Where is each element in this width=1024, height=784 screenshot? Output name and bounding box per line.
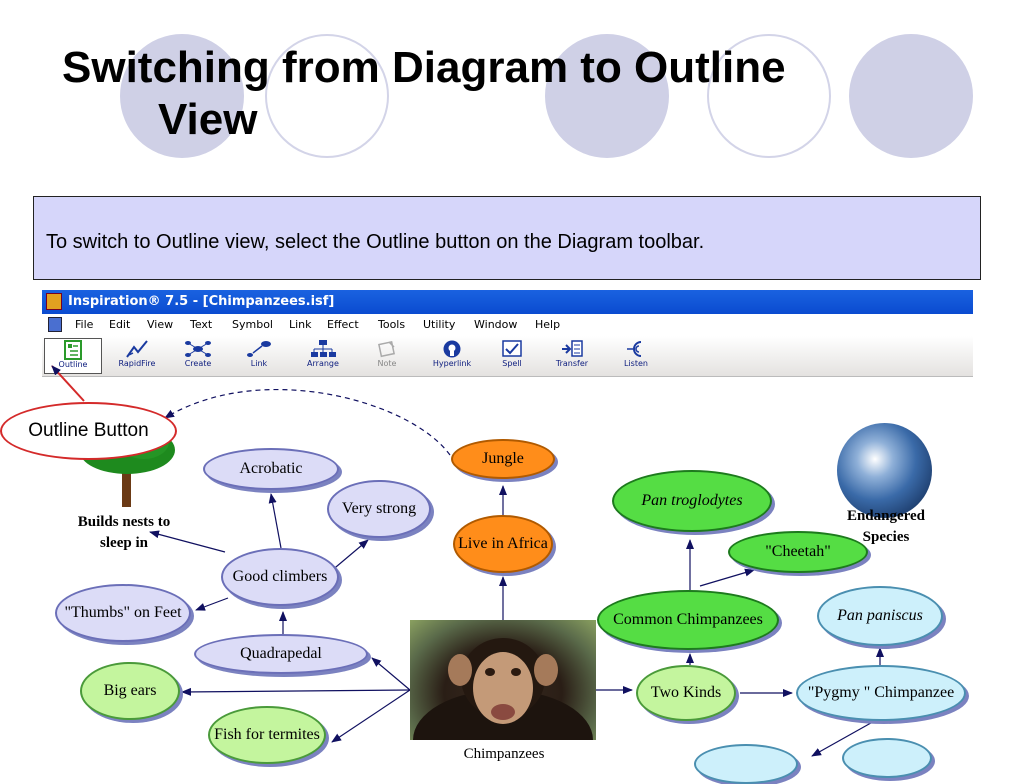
title-bar[interactable]: Inspiration® 7.5 - [Chimpanzees.isf]: [42, 290, 973, 314]
instruction-text: To switch to Outline view, select the Ou…: [46, 231, 705, 253]
note-button-label: Note: [377, 359, 397, 368]
diagram-toolbar: Outline RapidFire Create Link Arrange No…: [42, 336, 973, 377]
menu-window[interactable]: Window: [474, 314, 517, 336]
earth-icon: [837, 423, 932, 518]
link-icon: [247, 341, 271, 357]
node-common-chimpanzees[interactable]: Common Chimpanzees: [597, 590, 779, 650]
node-partial-2[interactable]: [842, 738, 932, 778]
menu-text[interactable]: Text: [190, 314, 212, 336]
app-title: Inspiration® 7.5 - [Chimpanzees.isf]: [68, 294, 335, 309]
node-jungle[interactable]: Jungle: [451, 439, 555, 479]
node-pygmy-chimpanzee[interactable]: "Pygmy " Chimpanzee: [796, 665, 966, 721]
spell-button-label: Spell: [502, 359, 522, 368]
slide-title-line2: View: [158, 95, 258, 144]
menu-help[interactable]: Help: [535, 314, 560, 336]
node-pan-troglodytes[interactable]: Pan troglodytes: [612, 470, 772, 532]
node-fish-for-termites[interactable]: Fish for termites: [208, 706, 326, 764]
note-icon: [378, 340, 396, 358]
hyperlink-button[interactable]: Hyperlink: [423, 338, 481, 374]
menu-effect[interactable]: Effect: [327, 314, 359, 336]
outline-button[interactable]: Outline: [44, 338, 102, 374]
outline-button-label: Outline: [58, 360, 88, 369]
listen-button[interactable]: Listen: [607, 338, 665, 374]
create-icon: [185, 341, 211, 357]
menu-edit[interactable]: Edit: [109, 314, 130, 336]
menu-file[interactable]: File: [75, 314, 93, 336]
arrange-button-label: Arrange: [307, 359, 339, 368]
link-button[interactable]: Link: [230, 338, 288, 374]
chimpanzees-caption: Chimpanzees: [463, 746, 545, 762]
rapidfire-icon: [126, 340, 148, 358]
chimpanzee-photo[interactable]: [410, 620, 596, 740]
hyperlink-button-label: Hyperlink: [432, 359, 472, 368]
link-button-label: Link: [250, 359, 268, 368]
transfer-icon: [562, 340, 583, 357]
spell-icon: [502, 340, 522, 357]
create-button-label: Create: [184, 359, 212, 368]
listen-button-label: Listen: [624, 359, 648, 368]
listen-icon: [627, 341, 642, 357]
spell-button[interactable]: Spell: [483, 338, 541, 374]
hyperlink-icon: [443, 340, 461, 358]
app-window: Inspiration® 7.5 - [Chimpanzees.isf] Fil…: [42, 290, 973, 377]
node-live-in-africa[interactable]: Live in Africa: [453, 515, 553, 573]
menu-utility[interactable]: Utility: [423, 314, 455, 336]
menu-view[interactable]: View: [147, 314, 173, 336]
node-pan-paniscus[interactable]: Pan paniscus: [817, 586, 943, 646]
arrange-icon: [311, 340, 336, 357]
slide-title-line1: Switching from Diagram to Outline: [62, 43, 786, 92]
node-two-kinds[interactable]: Two Kinds: [636, 665, 736, 721]
node-very-strong[interactable]: Very strong: [327, 480, 431, 538]
earth-caption: Endangered Species: [846, 508, 926, 545]
node-acrobatic[interactable]: Acrobatic: [203, 448, 339, 490]
transfer-button-label: Transfer: [555, 359, 589, 368]
menu-symbol[interactable]: Symbol: [232, 314, 273, 336]
note-button[interactable]: Note: [358, 338, 416, 374]
menu-link[interactable]: Link: [289, 314, 312, 336]
chimpanzee-illustration: [413, 638, 593, 740]
node-big-ears[interactable]: Big ears: [80, 662, 180, 720]
outline-icon: [64, 340, 82, 360]
dashed-link: [164, 389, 451, 456]
node-quadrapedal[interactable]: Quadrapedal: [194, 634, 368, 674]
rapidfire-button-label: RapidFire: [118, 359, 156, 368]
transfer-button[interactable]: Transfer: [543, 338, 601, 374]
outline-button-callout: Outline Button: [0, 402, 177, 460]
rapidfire-button[interactable]: RapidFire: [108, 338, 166, 374]
node-thumbs-on-feet[interactable]: "Thumbs" on Feet: [55, 584, 191, 642]
node-partial-1[interactable]: [694, 744, 798, 784]
instruction-box: To switch to Outline view, select the Ou…: [33, 196, 981, 280]
menu-tools[interactable]: Tools: [378, 314, 405, 336]
document-icon[interactable]: [48, 317, 62, 332]
slide-title: Switching from Diagram to Outline View: [62, 42, 922, 146]
tree-caption: Builds nests to sleep in: [77, 514, 171, 551]
menu-bar: File Edit View Text Symbol Link Effect T…: [42, 314, 973, 336]
create-button[interactable]: Create: [169, 338, 227, 374]
node-good-climbers[interactable]: Good climbers: [221, 548, 339, 606]
app-icon: [46, 293, 62, 310]
arrange-button[interactable]: Arrange: [294, 338, 352, 374]
